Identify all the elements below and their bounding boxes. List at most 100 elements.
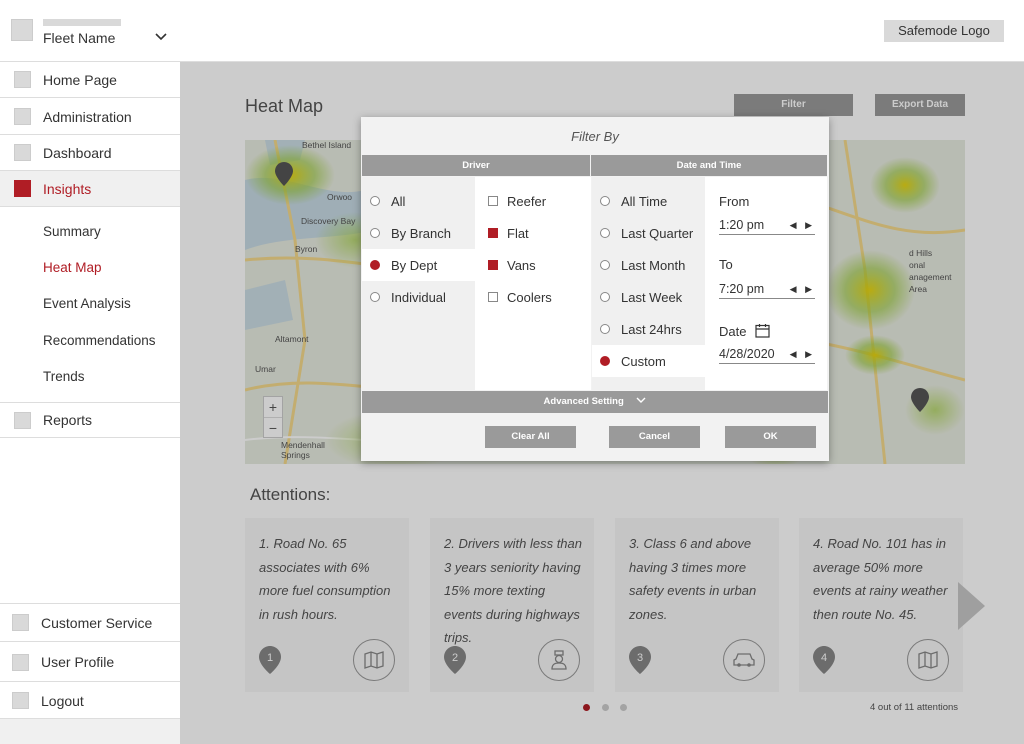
option-label: Vans <box>507 257 536 273</box>
advanced-setting-toggle[interactable]: Advanced Setting <box>362 391 828 413</box>
sidebar-item-label: User Profile <box>41 654 115 670</box>
filter-dialog: Filter By Driver Date and Time All By Br… <box>361 117 829 461</box>
radio-icon[interactable] <box>600 260 610 270</box>
sidebar-item-logout[interactable]: Logout <box>0 683 180 719</box>
checkbox-checked-icon[interactable] <box>488 228 498 238</box>
checkbox-icon[interactable] <box>488 292 498 302</box>
time-option-all-time[interactable]: All Time <box>592 185 705 217</box>
to-label: To <box>719 257 733 272</box>
sidebar-footer <box>0 719 180 744</box>
option-label: All Time <box>621 193 668 209</box>
date-stepper-icon[interactable]: ◀ ▶ <box>790 344 815 364</box>
top-bar: Fleet Name Safemode Logo <box>0 0 1024 62</box>
dept-option-vans[interactable]: Vans <box>475 249 591 281</box>
driver-option-individual[interactable]: Individual <box>362 281 475 313</box>
option-label: Coolers <box>507 289 552 305</box>
option-label: Last Month <box>621 257 686 273</box>
user-profile-icon <box>12 653 29 671</box>
dept-option-flat[interactable]: Flat <box>475 217 591 249</box>
option-label: Last Quarter <box>621 225 694 241</box>
option-label: Individual <box>391 289 446 305</box>
sidebar-item-reports[interactable]: Reports <box>0 402 180 438</box>
time-option-last-month[interactable]: Last Month <box>592 249 705 281</box>
driver-option-all[interactable]: All <box>362 185 475 217</box>
cancel-button[interactable]: Cancel <box>609 426 700 448</box>
time-option-custom[interactable]: Custom <box>592 345 705 377</box>
fleet-subtitle-placeholder <box>43 19 121 26</box>
date-value: 4/28/2020 <box>719 347 775 361</box>
insights-icon <box>14 180 31 197</box>
time-option-last-week[interactable]: Last Week <box>592 281 705 313</box>
dialog-title: Filter By <box>571 129 619 144</box>
to-time-value: 7:20 pm <box>719 282 765 296</box>
sidebar-subitem-event-analysis[interactable]: Event Analysis <box>43 296 131 311</box>
radio-icon[interactable] <box>370 228 380 238</box>
radio-icon[interactable] <box>370 292 380 302</box>
administration-icon <box>14 108 31 125</box>
option-label: Custom <box>621 353 666 369</box>
sidebar-item-label: Dashboard <box>43 144 112 161</box>
chevron-down-icon <box>636 397 646 403</box>
fleet-icon <box>11 19 33 41</box>
radio-icon[interactable] <box>600 324 610 334</box>
calendar-icon[interactable] <box>755 323 770 338</box>
sidebar-item-insights[interactable]: Insights <box>0 171 180 207</box>
option-label: Last Week <box>621 289 683 305</box>
dashboard-icon <box>14 144 31 161</box>
to-time-field[interactable]: 7:20 pm ◀ ▶ <box>719 279 815 299</box>
time-stepper-icon[interactable]: ◀ ▶ <box>790 279 815 299</box>
fleet-chevron-down-icon[interactable] <box>155 30 167 44</box>
date-label-text: Date <box>719 324 747 339</box>
sidebar-item-user-profile[interactable]: User Profile <box>0 643 180 682</box>
dept-option-reefer[interactable]: Reefer <box>475 185 591 217</box>
from-label: From <box>719 194 750 209</box>
option-label: By Dept <box>391 257 438 273</box>
radio-icon[interactable] <box>600 292 610 302</box>
option-label: Reefer <box>507 193 547 209</box>
sidebar-subitem-summary[interactable]: Summary <box>43 224 101 239</box>
sidebar: Home Page Administration Dashboard Insig… <box>0 62 181 744</box>
sidebar-item-customer-service[interactable]: Customer Service <box>0 603 180 642</box>
option-label: By Branch <box>391 225 451 241</box>
option-label: Flat <box>507 225 529 241</box>
sidebar-item-dashboard[interactable]: Dashboard <box>0 135 180 171</box>
sidebar-item-label: Customer Service <box>41 614 153 631</box>
driver-option-by-dept[interactable]: By Dept <box>362 249 475 281</box>
time-option-last-24hrs[interactable]: Last 24hrs <box>592 313 705 345</box>
sidebar-item-home-page[interactable]: Home Page <box>0 62 180 98</box>
sidebar-item-label: Administration <box>43 108 132 125</box>
date-field[interactable]: 4/28/2020 ◀ ▶ <box>719 344 815 364</box>
sidebar-subitem-recommendations[interactable]: Recommendations <box>43 333 156 348</box>
sidebar-item-label: Logout <box>41 692 84 709</box>
logo: Safemode Logo <box>884 20 1004 42</box>
dept-option-coolers[interactable]: Coolers <box>475 281 591 313</box>
ok-button[interactable]: OK <box>725 426 816 448</box>
date-label: Date <box>719 323 770 339</box>
customer-service-icon <box>12 614 29 631</box>
driver-options: All By Branch By Dept Individual <box>362 177 475 390</box>
driver-option-by-branch[interactable]: By Branch <box>362 217 475 249</box>
reports-icon <box>14 411 31 429</box>
clear-all-button[interactable]: Clear All <box>485 426 576 448</box>
from-time-field[interactable]: 1:20 pm ◀ ▶ <box>719 215 815 235</box>
time-option-last-quarter[interactable]: Last Quarter <box>592 217 705 249</box>
sidebar-item-label: Reports <box>43 412 93 428</box>
datetime-header: Date and Time <box>591 155 827 176</box>
radio-selected-icon[interactable] <box>370 260 380 270</box>
fleet-name[interactable]: Fleet Name <box>43 30 115 46</box>
from-time-value: 1:20 pm <box>719 218 765 232</box>
sidebar-subitem-trends[interactable]: Trends <box>43 369 85 384</box>
sidebar-subitem-heat-map[interactable]: Heat Map <box>43 260 102 275</box>
radio-icon[interactable] <box>370 196 380 206</box>
radio-icon[interactable] <box>600 196 610 206</box>
checkbox-checked-icon[interactable] <box>488 260 498 270</box>
time-stepper-icon[interactable]: ◀ ▶ <box>790 215 815 235</box>
radio-selected-icon[interactable] <box>600 356 610 366</box>
logout-icon <box>12 692 29 709</box>
sidebar-item-administration[interactable]: Administration <box>0 99 180 135</box>
radio-icon[interactable] <box>600 228 610 238</box>
checkbox-icon[interactable] <box>488 196 498 206</box>
option-label: Last 24hrs <box>621 321 682 337</box>
custom-datetime: From 1:20 pm ◀ ▶ To 7:20 pm ◀ ▶ Date 4/2… <box>705 177 827 390</box>
dept-options: Reefer Flat Vans Coolers <box>475 177 591 390</box>
